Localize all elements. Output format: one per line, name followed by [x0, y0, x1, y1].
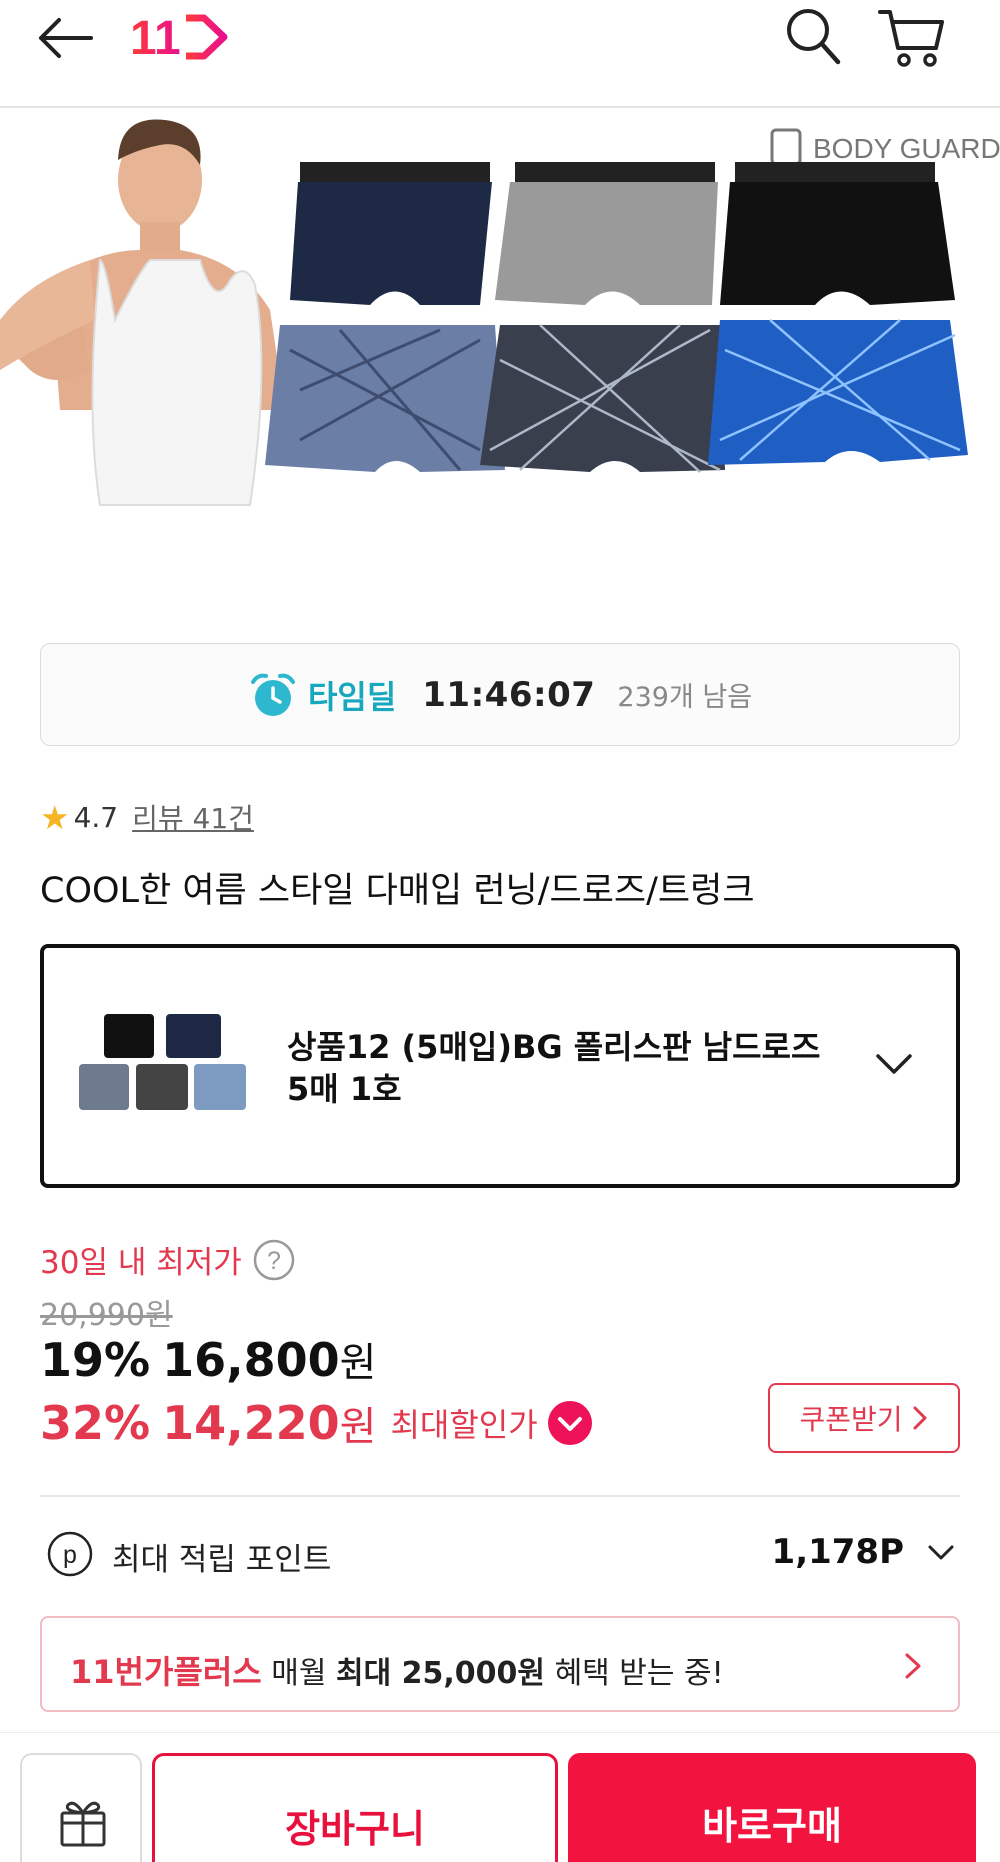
product-title: COOL한 여름 스타일 다매입 런닝/드로즈/트렁크	[40, 871, 755, 911]
max-discount-row: 32% 14,220 원 최대할인가	[40, 1394, 594, 1452]
chevron-right-icon	[913, 1406, 927, 1430]
cart-button[interactable]	[872, 0, 948, 72]
brief-navy	[290, 162, 492, 305]
plus-brand-label: 11번가플러스	[70, 1653, 262, 1691]
sale-currency: 원	[339, 1340, 377, 1386]
chevron-down-icon	[928, 1545, 954, 1560]
search-icon	[787, 9, 841, 65]
lowest-price-text: 30일 내 최저가	[40, 1245, 242, 1281]
sale-percent: 19%	[40, 1333, 151, 1387]
gift-button[interactable]	[20, 1753, 142, 1862]
alarm-clock-icon	[250, 673, 295, 716]
product-image[interactable]: BODY GUARD	[0, 110, 1000, 610]
coupon-button[interactable]: 쿠폰받기	[768, 1383, 960, 1453]
coupon-button-label: 쿠폰받기	[799, 1403, 903, 1436]
arrow-left-icon	[39, 18, 93, 58]
expand-discount-icon[interactable]	[546, 1399, 594, 1447]
brief-grey	[495, 162, 718, 305]
max-discount-price: 14,220	[162, 1396, 340, 1450]
help-icon[interactable]: ?	[252, 1238, 296, 1282]
svg-text:BODY GUARD: BODY GUARD	[813, 133, 1000, 164]
model-figure	[0, 119, 285, 506]
timedeal-remaining: 239개 남음	[617, 682, 753, 713]
bottom-action-bar: 장바구니 바로구매	[0, 1732, 1000, 1862]
rating-row: ★ 4.7 리뷰 41건	[40, 795, 254, 839]
points-row[interactable]: p 최대 적립 포인트 1,178P	[40, 1526, 960, 1582]
brief-black	[720, 162, 955, 305]
star-icon: ★	[40, 797, 70, 837]
original-price: 20,990원	[40, 1298, 173, 1333]
review-count-link[interactable]: 리뷰 41건	[132, 797, 254, 837]
trunk-navy-check	[480, 324, 725, 473]
option-label: 상품12 (5매입)BG 폴리스판 남드로즈 5매 1호	[287, 1026, 907, 1110]
plus-benefit-amount: 최대 25,000원	[336, 1656, 546, 1691]
top-header: 11	[0, 0, 1000, 108]
max-discount-percent: 32%	[40, 1396, 151, 1450]
logo-text: 11	[130, 12, 181, 65]
cart-icon	[878, 10, 944, 67]
timedeal-label: 타임딜	[307, 677, 397, 716]
back-button[interactable]	[30, 8, 100, 68]
chevron-right-icon	[905, 1653, 921, 1679]
sale-price-row: 19% 16,800 원	[40, 1330, 376, 1388]
option-thumbnail	[79, 1014, 246, 1110]
timedeal-banner: 타임딜 11:46:07 239개 남음	[40, 643, 960, 746]
sale-price: 16,800	[162, 1333, 340, 1387]
svg-text:p: p	[63, 1541, 77, 1569]
rating-value: 4.7	[73, 800, 119, 834]
plus-membership-banner[interactable]: 11번가플러스 매월 최대 25,000원 혜택 받는 중!	[40, 1616, 960, 1712]
product-page: 11 BODY GUARD 타임딜 11:46:07 239개 남음 ★ 4.7…	[0, 0, 1000, 1862]
option-label-line2: 5매 1호	[287, 1070, 402, 1108]
add-to-cart-button[interactable]: 장바구니	[152, 1753, 558, 1862]
plus-text-part1: 매월	[261, 1656, 337, 1691]
trunk-blue-pattern	[265, 325, 505, 472]
option-label-line1: 상품12 (5매입)BG 폴리스판 남드로즈	[287, 1028, 821, 1066]
max-discount-label: 최대할인가	[390, 1406, 538, 1444]
plus-text-part2: 혜택 받는 중!	[545, 1656, 724, 1691]
chevron-down-icon	[876, 1054, 912, 1074]
points-value: 1,178P	[771, 1532, 904, 1572]
plus-banner-text: 11번가플러스 매월 최대 25,000원 혜택 받는 중!	[70, 1647, 724, 1693]
search-button[interactable]	[776, 0, 848, 72]
gift-icon	[60, 1801, 106, 1847]
lowest-price-label: 30일 내 최저가 ?	[40, 1237, 296, 1282]
points-label: 최대 적립 포인트	[112, 1542, 332, 1578]
max-discount-currency: 원	[339, 1404, 377, 1450]
site-logo[interactable]: 11	[128, 6, 232, 68]
buy-now-button[interactable]: 바로구매	[568, 1753, 976, 1862]
option-selector[interactable]: 상품12 (5매입)BG 폴리스판 남드로즈 5매 1호	[40, 944, 960, 1188]
section-divider	[40, 1495, 960, 1497]
svg-text:?: ?	[267, 1247, 281, 1275]
trunk-royal-blue	[708, 319, 968, 465]
timedeal-countdown: 11:46:07	[422, 674, 596, 715]
brand-mark: BODY GUARD	[770, 128, 1000, 166]
points-icon: p	[47, 1531, 93, 1577]
